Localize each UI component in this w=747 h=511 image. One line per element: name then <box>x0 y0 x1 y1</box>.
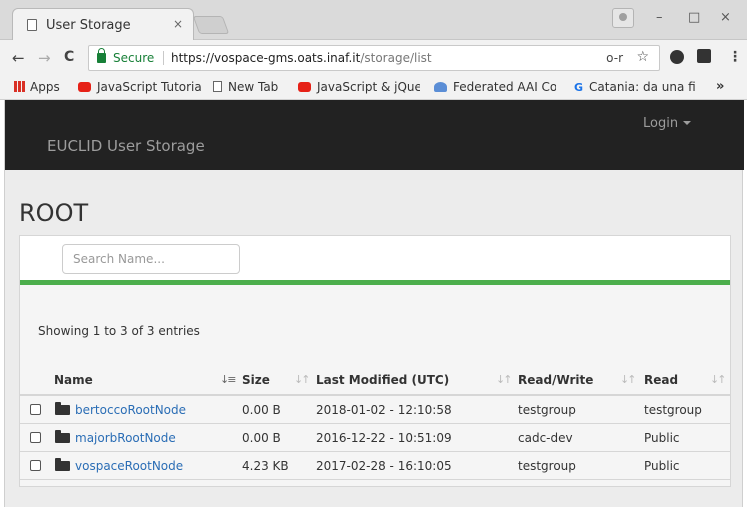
bookmark-javascript-tutorial[interactable]: JavaScript Tutoria <box>78 80 201 94</box>
browser-toolbar: ← → C Secure https://vospace-gms.oats.in… <box>0 40 747 76</box>
sort-icon[interactable]: ↓↑ <box>710 373 727 386</box>
extension-icon[interactable] <box>670 50 684 64</box>
browser-menu-icon[interactable]: ⋮ <box>728 49 742 65</box>
row-checkbox[interactable] <box>30 404 41 415</box>
table-info: Showing 1 to 3 of 3 entries <box>38 324 200 338</box>
lock-icon <box>97 48 106 63</box>
bookmark-label: Catania: da una fi <box>589 80 696 94</box>
close-window-button[interactable]: × <box>720 10 731 25</box>
url-host: https://vospace-gms.oats.inaf.it <box>171 51 361 65</box>
bookmark-label: New Tab <box>228 80 279 94</box>
column-header-modified[interactable]: Last Modified (UTC) <box>316 373 449 387</box>
key-icon[interactable]: o-r <box>606 51 623 65</box>
column-header-name[interactable]: Name <box>54 373 93 387</box>
app-navbar: EUCLID User Storage Login <box>5 100 744 170</box>
table-header: Name ↓≡ Size ↓↑ Last Modified (UTC) ↓↑ R… <box>20 364 730 396</box>
read-cell: Public <box>644 431 680 445</box>
minimize-button[interactable]: – <box>656 10 663 25</box>
new-tab-button[interactable] <box>192 16 230 34</box>
modified-cell: 2016-12-22 - 10:51:09 <box>316 431 452 445</box>
sort-icon[interactable]: ↓↑ <box>294 373 311 386</box>
bookmarks-bar: Apps JavaScript Tutoria New Tab JavaScri… <box>0 76 747 100</box>
folder-icon <box>55 430 70 443</box>
storage-panel: Showing 1 to 3 of 3 entries Name ↓≡ Size… <box>19 235 731 487</box>
table-row: majorbRootNode 0.00 B 2016-12-22 - 10:51… <box>20 424 730 452</box>
tab-close-icon[interactable]: × <box>173 17 183 31</box>
panel-header <box>20 236 730 285</box>
url-text[interactable]: https://vospace-gms.oats.inaf.it/storage… <box>171 51 432 65</box>
caret-down-icon <box>683 121 692 125</box>
column-header-read-write[interactable]: Read/Write <box>518 373 593 387</box>
bookmark-federated-aai[interactable]: Federated AAI Co <box>434 80 556 94</box>
table-row: bertoccoRootNode 0.00 B 2018-01-02 - 12:… <box>20 396 730 424</box>
sort-asc-icon[interactable]: ↓≡ <box>220 373 237 386</box>
size-cell: 4.23 KB <box>242 459 289 473</box>
forward-button[interactable]: → <box>38 49 51 67</box>
bookmark-label: Apps <box>30 80 60 94</box>
star-icon[interactable]: ☆ <box>636 49 649 65</box>
table-row: vospaceRootNode 4.23 KB 2017-02-28 - 16:… <box>20 452 730 480</box>
browser-chrome: User Storage × – □ × ← → C Secure https:… <box>0 0 747 100</box>
secure-label: Secure <box>113 51 155 65</box>
maximize-button[interactable]: □ <box>688 10 700 25</box>
bookmark-apps[interactable]: Apps <box>14 80 60 94</box>
tab-strip: User Storage × – □ × <box>0 0 747 40</box>
read-write-cell: testgroup <box>518 403 576 417</box>
page-content: EUCLID User Storage Login ROOT Showing 1… <box>4 100 744 507</box>
column-header-size[interactable]: Size <box>242 373 270 387</box>
node-link[interactable]: majorbRootNode <box>75 431 176 445</box>
address-bar[interactable]: Secure https://vospace-gms.oats.inaf.it/… <box>88 45 660 71</box>
page-icon <box>27 19 37 31</box>
brand-link[interactable]: EUCLID User Storage <box>47 137 205 155</box>
apps-icon <box>14 81 25 92</box>
size-cell: 0.00 B <box>242 431 281 445</box>
google-icon: G <box>574 81 584 94</box>
folder-icon <box>55 402 70 415</box>
node-link[interactable]: bertoccoRootNode <box>75 403 186 417</box>
bookmark-label: JavaScript & jQue <box>317 80 420 94</box>
bookmark-label: Federated AAI Co <box>453 80 556 94</box>
sort-icon[interactable]: ↓↑ <box>496 373 513 386</box>
bookmarks-overflow-icon[interactable]: » <box>716 79 724 94</box>
size-cell: 0.00 B <box>242 403 281 417</box>
back-button[interactable]: ← <box>12 49 25 67</box>
bookmark-catania[interactable]: G Catania: da una fi <box>574 80 696 94</box>
reload-button[interactable]: C <box>64 49 74 65</box>
read-write-cell: cadc-dev <box>518 431 573 445</box>
search-input[interactable] <box>62 244 240 274</box>
folder-icon <box>55 458 70 471</box>
row-checkbox[interactable] <box>30 432 41 443</box>
page-title: ROOT <box>19 199 89 227</box>
browser-tab[interactable]: User Storage × <box>12 8 194 40</box>
node-link[interactable]: vospaceRootNode <box>75 459 183 473</box>
login-label: Login <box>643 116 679 131</box>
omnibox-divider <box>163 51 164 65</box>
tab-title: User Storage <box>46 18 131 33</box>
column-header-read[interactable]: Read <box>644 373 678 387</box>
sort-icon[interactable]: ↓↑ <box>620 373 637 386</box>
modified-cell: 2017-02-28 - 16:10:05 <box>316 459 452 473</box>
youtube-icon <box>298 82 311 92</box>
login-dropdown[interactable]: Login <box>643 116 692 131</box>
url-path: /storage/list <box>360 51 432 65</box>
modified-cell: 2018-01-02 - 12:10:58 <box>316 403 452 417</box>
page-icon <box>213 81 222 92</box>
row-checkbox[interactable] <box>30 460 41 471</box>
read-write-cell: testgroup <box>518 459 576 473</box>
read-cell: testgroup <box>644 403 702 417</box>
federation-icon <box>434 82 447 92</box>
bookmark-new-tab[interactable]: New Tab <box>213 80 278 94</box>
bookmark-label: JavaScript Tutoria <box>97 80 201 94</box>
bookmark-javascript-jquery[interactable]: JavaScript & jQue <box>298 80 420 94</box>
read-cell: Public <box>644 459 680 473</box>
profile-icon[interactable] <box>612 8 634 28</box>
extension-icon[interactable] <box>697 49 711 63</box>
youtube-icon <box>78 82 91 92</box>
